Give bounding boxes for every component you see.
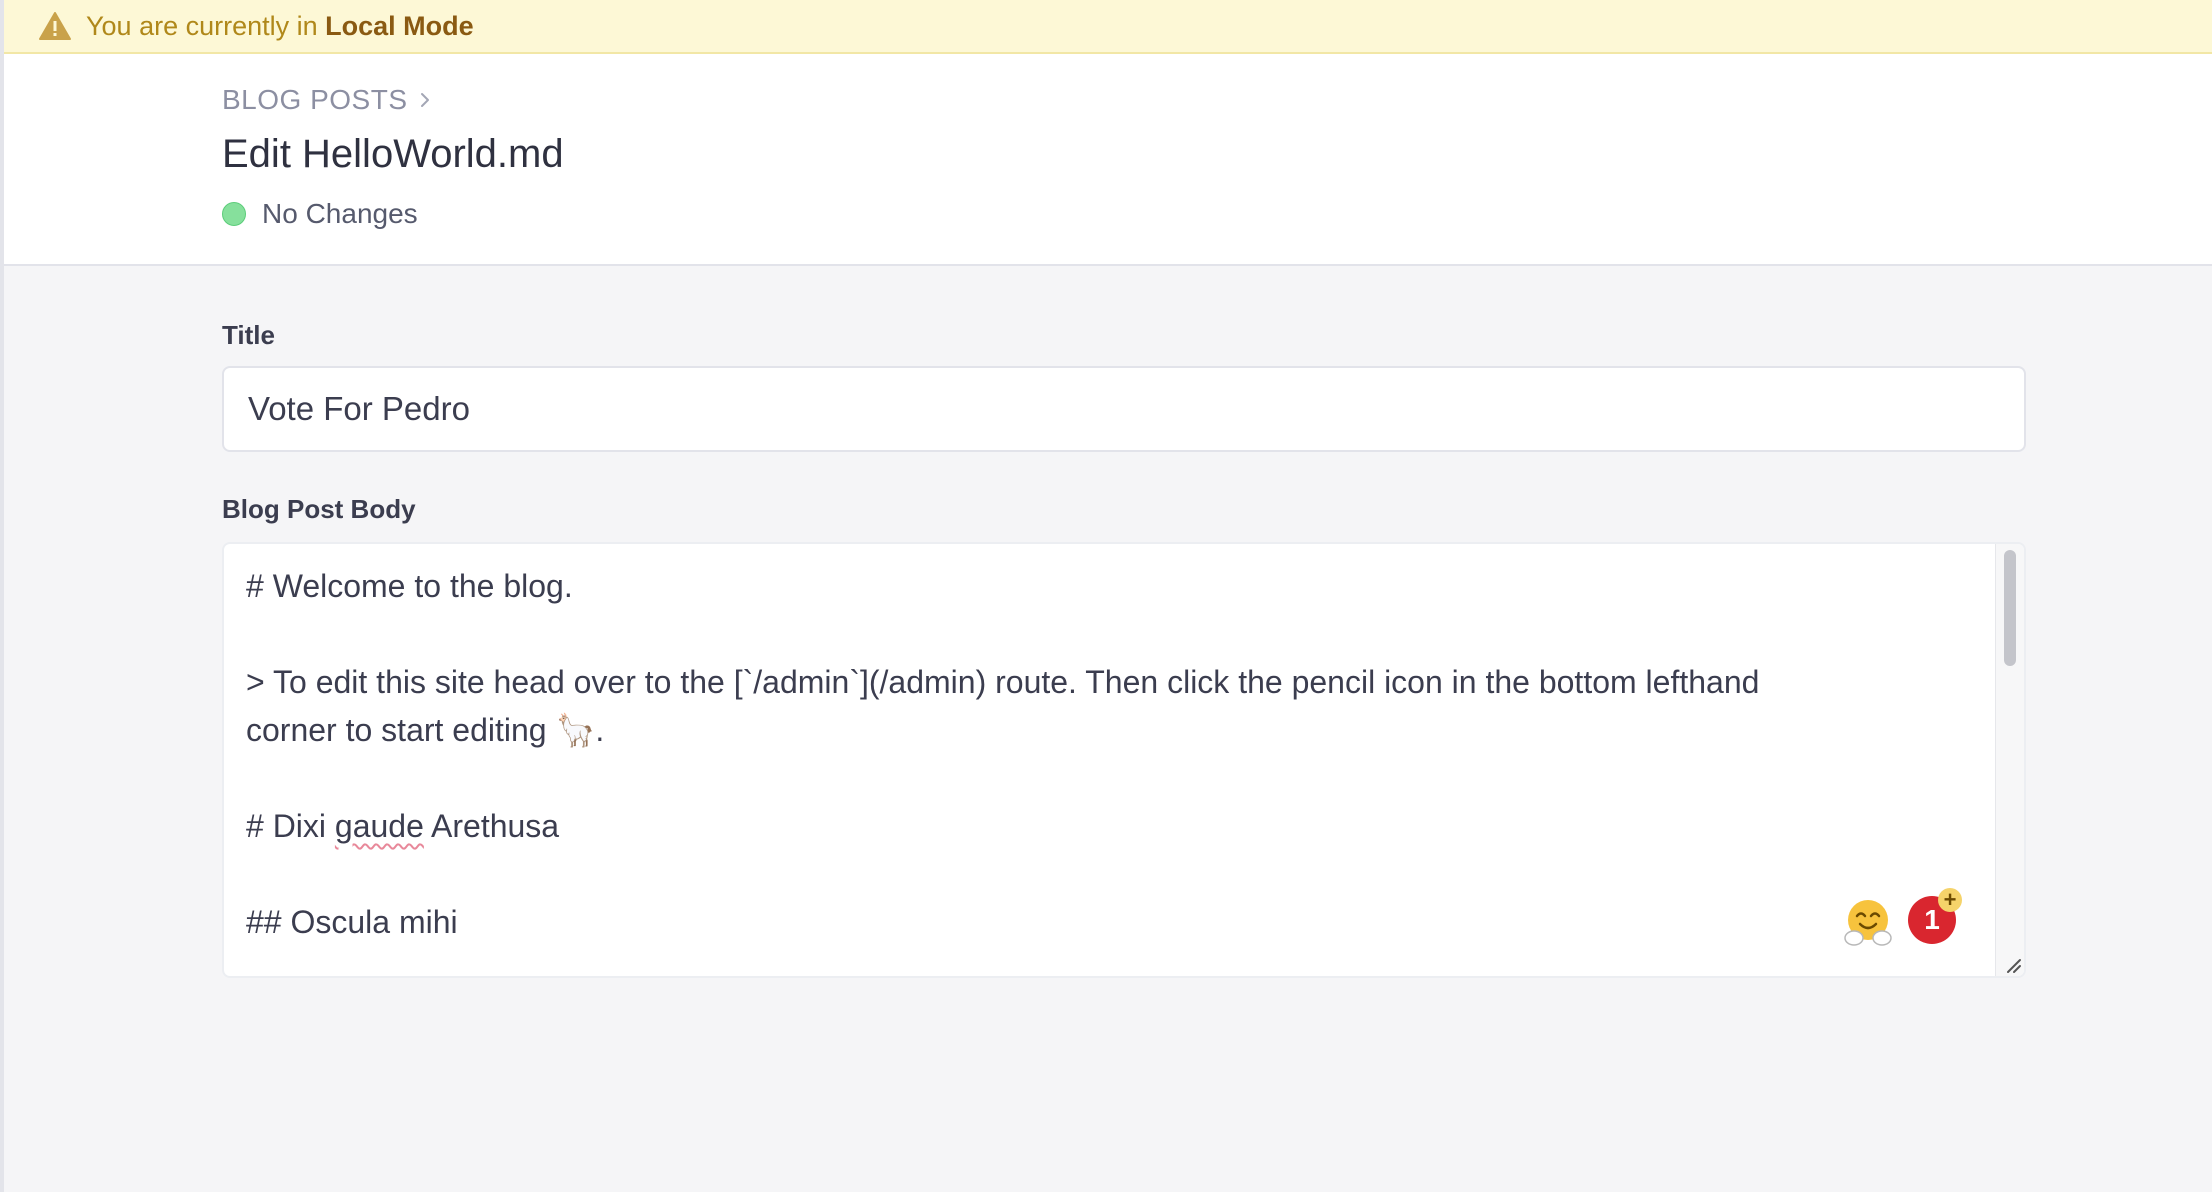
local-mode-banner: You are currently in Local Mode — [4, 0, 2212, 54]
misspelled-word[interactable]: gaude — [335, 808, 424, 844]
page-header: BLOG POSTS Edit HelloWorld.md No Changes — [4, 54, 2212, 266]
body-line: # Welcome to the blog. — [246, 568, 573, 604]
warning-icon — [39, 12, 71, 40]
plus-icon[interactable]: + — [1938, 888, 1962, 912]
body-line: > To edit this site head over to the [`/… — [246, 664, 1760, 700]
body-label: Blog Post Body — [222, 494, 416, 524]
status-indicator: No Changes — [222, 198, 418, 230]
breadcrumb-blog-posts[interactable]: BLOG POSTS — [222, 84, 408, 116]
chevron-right-icon — [420, 93, 429, 107]
hugging-face-icon[interactable] — [1842, 896, 1894, 948]
status-text: No Changes — [262, 198, 418, 229]
body-line: corner to start editing 🦙. — [246, 712, 605, 748]
body-line: # Dixi gaude Arethusa — [246, 808, 560, 844]
body-text[interactable]: # Welcome to the blog. > To edit this si… — [246, 562, 1976, 946]
page: You are currently in Local Mode BLOG POS… — [0, 0, 2212, 1192]
body-line: ## Oscula mihi — [246, 904, 458, 940]
banner-text: You are currently in Local Mode — [86, 10, 474, 41]
scrollbar-thumb[interactable] — [2004, 550, 2016, 666]
status-dot — [222, 202, 246, 226]
title-label: Title — [222, 320, 275, 350]
resize-handle-icon[interactable] — [2000, 952, 2022, 974]
page-title: Edit HelloWorld.md — [222, 132, 564, 176]
body-textarea[interactable]: # Welcome to the blog. > To edit this si… — [222, 542, 2026, 978]
scrollbar[interactable] — [1995, 544, 2024, 976]
banner-mode: Local Mode — [325, 10, 474, 41]
title-input[interactable] — [222, 366, 2026, 452]
breadcrumb[interactable]: BLOG POSTS — [222, 84, 434, 116]
